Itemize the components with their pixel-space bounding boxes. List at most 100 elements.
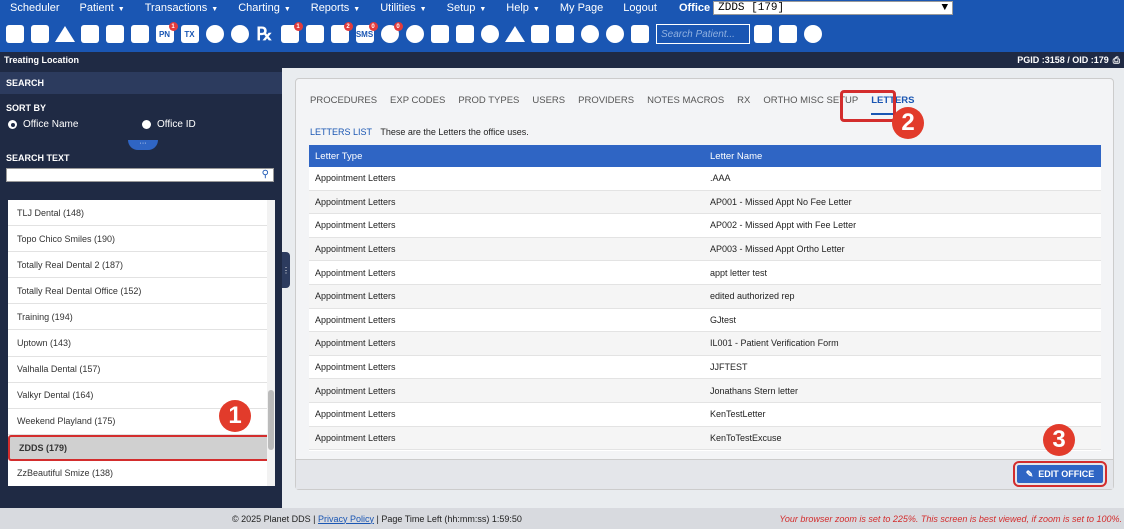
menu-item-reports[interactable]: Reports ▼ bbox=[301, 2, 370, 14]
tab-prod-types[interactable]: PROD TYPES bbox=[458, 95, 519, 115]
office-list-scrollbar[interactable] bbox=[267, 200, 275, 486]
table-row[interactable]: Appointment Letters KenTestLetter bbox=[309, 403, 1101, 427]
checkbox-icon[interactable] bbox=[777, 23, 799, 45]
table-row[interactable]: Appointment Letters IL001 - Patient Verif… bbox=[309, 332, 1101, 356]
network-icon[interactable] bbox=[429, 23, 451, 45]
patient-search-input[interactable]: Search Patient... bbox=[656, 24, 750, 44]
letters-table: Letter Type Letter Name Appointment Lett… bbox=[309, 145, 1101, 451]
letter-type-cell: Appointment Letters bbox=[315, 267, 396, 278]
transfer-icon[interactable] bbox=[54, 23, 76, 45]
edit-office-button[interactable]: ✎ EDIT OFFICE bbox=[1013, 461, 1107, 487]
time-left-text: | Page Time Left (hh:mm:ss) 1:59:50 bbox=[374, 513, 522, 524]
office-list-item[interactable]: TLJ Dental (148) bbox=[8, 200, 275, 227]
menu-item-transactions[interactable]: Transactions ▼ bbox=[135, 2, 229, 14]
money-icon[interactable] bbox=[404, 23, 426, 45]
sort-office-id-radio[interactable]: Office ID bbox=[142, 119, 196, 130]
add-patient-icon[interactable] bbox=[204, 23, 226, 45]
office-list-item[interactable]: Valhalla Dental (157) bbox=[8, 357, 275, 383]
megaphone-icon[interactable] bbox=[504, 23, 526, 45]
pn-icon[interactable]: PN 1 bbox=[154, 22, 178, 45]
table-row[interactable]: Appointment Letters appt letter test bbox=[309, 261, 1101, 285]
letter-name-cell: AP003 - Missed Appt Ortho Letter bbox=[710, 244, 845, 255]
clock-icon[interactable]: 0 bbox=[379, 22, 403, 45]
letter-type-cell: Appointment Letters bbox=[315, 409, 396, 420]
tab-notes-macros[interactable]: NOTES MACROS bbox=[647, 95, 724, 115]
caret-down-icon: ▼ bbox=[283, 6, 291, 13]
table-row[interactable]: Appointment Letters KenToTestExcuse bbox=[309, 426, 1101, 451]
office-list-item[interactable]: Uptown (143) bbox=[8, 330, 275, 357]
menu-item-utilities[interactable]: Utilities ▼ bbox=[370, 2, 436, 14]
letter-type-cell: Appointment Letters bbox=[315, 314, 396, 325]
shield-check-icon[interactable] bbox=[579, 23, 601, 45]
table-row[interactable]: Appointment Letters AP001 - Missed Appt N… bbox=[309, 190, 1101, 215]
table-row[interactable]: Appointment Letters edited authorized rep bbox=[309, 284, 1101, 309]
column-header-letter-type[interactable]: Letter Type bbox=[309, 151, 704, 162]
home-icon[interactable] bbox=[4, 23, 26, 45]
privacy-policy-link[interactable]: Privacy Policy bbox=[318, 514, 374, 524]
menu-item-scheduler[interactable]: Scheduler bbox=[0, 2, 70, 14]
tab-users[interactable]: USERS bbox=[532, 95, 565, 115]
office-list-item[interactable]: Training (194) bbox=[8, 304, 275, 331]
menu-item-setup[interactable]: Setup ▼ bbox=[437, 2, 497, 14]
scrollbar-thumb[interactable] bbox=[268, 390, 274, 450]
tab-exp-codes[interactable]: EXP CODES bbox=[390, 95, 445, 115]
table-row[interactable]: Appointment Letters AP003 - Missed Appt O… bbox=[309, 237, 1101, 262]
menu-item-label: Reports bbox=[310, 2, 350, 14]
office-list: TLJ Dental (148) Topo Chico Smiles (190) T… bbox=[8, 200, 275, 486]
office-ids: PGID :3158 / OID :179 bbox=[1017, 55, 1109, 65]
collapse-tab[interactable]: ··· bbox=[128, 140, 158, 150]
search-text-input[interactable]: ⚲ bbox=[6, 168, 274, 182]
sms-icon[interactable]: SMS 0 bbox=[354, 22, 378, 45]
printer-icon[interactable] bbox=[529, 23, 551, 45]
arrow-right-icon[interactable] bbox=[604, 23, 626, 45]
letter-name-cell: GJtest bbox=[710, 314, 737, 325]
table-row[interactable]: Appointment Letters .AAA bbox=[309, 167, 1101, 191]
tab-providers[interactable]: PROVIDERS bbox=[578, 95, 634, 115]
office-list-item[interactable]: Totally Real Dental Office (152) bbox=[8, 278, 275, 305]
patient-lookup-icon[interactable] bbox=[752, 23, 774, 45]
menu-item-patient[interactable]: Patient ▼ bbox=[70, 2, 135, 14]
menu-item-charting[interactable]: Charting ▼ bbox=[228, 2, 301, 14]
tooth-chart-icon[interactable] bbox=[129, 23, 151, 45]
globe-icon[interactable] bbox=[479, 23, 501, 45]
column-header-letter-name[interactable]: Letter Name bbox=[704, 151, 1101, 162]
calendar-icon[interactable] bbox=[29, 23, 51, 45]
pen-icon[interactable] bbox=[79, 23, 101, 45]
sort-office-name-radio[interactable]: Office Name bbox=[8, 119, 78, 130]
office-select-value: ZDDS [179] bbox=[718, 2, 785, 14]
menu-item-help[interactable]: Help ▼ bbox=[496, 2, 550, 14]
caret-down-icon: ▼ bbox=[117, 6, 125, 13]
office-list-item[interactable]: ZDDS (179) bbox=[8, 434, 275, 461]
tab-rx[interactable]: RX bbox=[737, 95, 750, 115]
letter-type-cell: Appointment Letters bbox=[315, 385, 396, 396]
patients-group-icon[interactable] bbox=[802, 23, 824, 45]
print-icon[interactable]: ⎙ bbox=[1113, 55, 1120, 66]
document-icon[interactable] bbox=[554, 23, 576, 45]
table-row[interactable]: Appointment Letters GJtest bbox=[309, 309, 1101, 333]
table-row[interactable]: Appointment Letters AP002 - Missed Appt w… bbox=[309, 214, 1101, 238]
search-icon[interactable]: ⚲ bbox=[262, 169, 269, 180]
letter-type-cell: Appointment Letters bbox=[315, 220, 396, 231]
office-list-item[interactable]: ZzBeautiful Smize (138) bbox=[8, 461, 275, 486]
menu-item-logout[interactable]: Logout bbox=[613, 2, 667, 14]
virus-icon[interactable] bbox=[229, 23, 251, 45]
chat-icon[interactable] bbox=[304, 23, 326, 45]
search-text-title: SEARCH TEXT bbox=[6, 153, 70, 163]
checklist-icon[interactable]: 2 bbox=[329, 22, 353, 45]
office-select[interactable]: ZDDS [179] ▼ bbox=[713, 1, 954, 15]
tab-procedures[interactable]: PROCEDURES bbox=[310, 95, 377, 115]
tooth-icon[interactable] bbox=[104, 23, 126, 45]
tx-icon[interactable]: TX bbox=[179, 23, 201, 45]
rx-icon[interactable]: ℞ bbox=[254, 23, 276, 45]
letter-type-cell: Appointment Letters bbox=[315, 196, 396, 207]
check-box-icon[interactable] bbox=[629, 23, 651, 45]
table-row[interactable]: Appointment Letters JJFTEST bbox=[309, 356, 1101, 380]
office-list-item[interactable]: Totally Real Dental 2 (187) bbox=[8, 252, 275, 279]
message-icon[interactable]: 1 bbox=[279, 22, 303, 45]
letter-type-cell: Appointment Letters bbox=[315, 432, 396, 443]
sidebar-resize-handle[interactable]: ⋮ bbox=[282, 252, 290, 288]
table-row[interactable]: Appointment Letters Jonathans Stern lette… bbox=[309, 379, 1101, 403]
menu-item-my-page[interactable]: My Page bbox=[550, 2, 613, 14]
office-list-item[interactable]: Topo Chico Smiles (190) bbox=[8, 226, 275, 253]
chart-icon[interactable] bbox=[454, 23, 476, 45]
